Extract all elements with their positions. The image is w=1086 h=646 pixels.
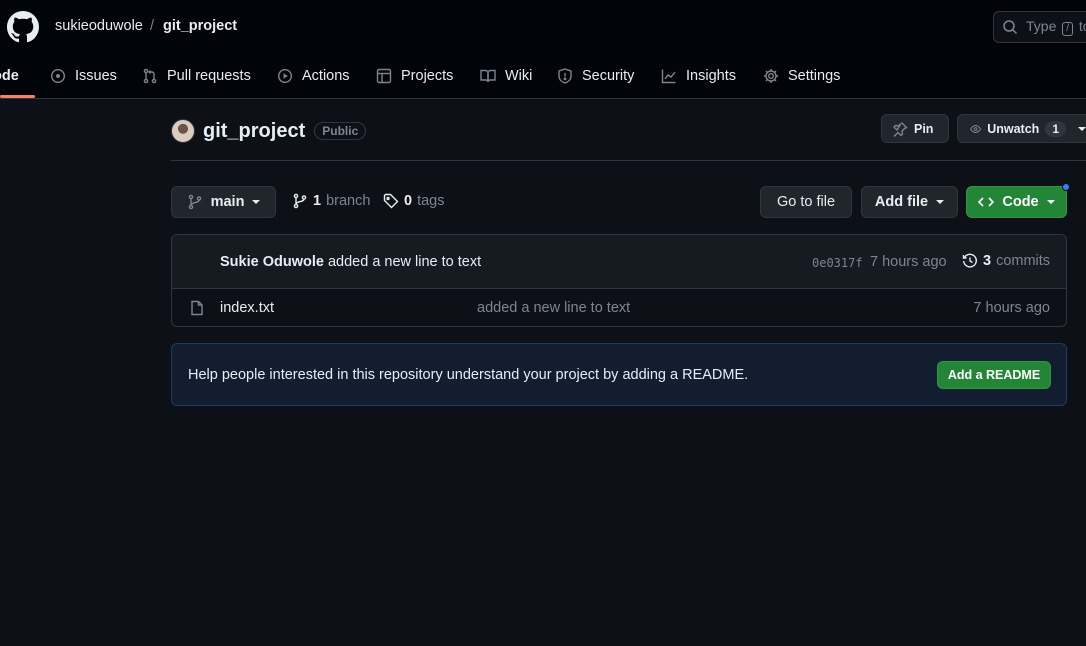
pin-icon	[893, 121, 908, 137]
commit-count: 3	[983, 253, 992, 269]
branches-link[interactable]: 1 branch	[292, 193, 370, 209]
issue-icon	[50, 68, 66, 83]
search-shortcut-key: /	[1062, 22, 1074, 36]
github-logo-icon[interactable]	[7, 11, 39, 43]
file-icon	[191, 300, 203, 316]
tab-label: Issues	[75, 67, 117, 84]
repo-nav: ode Issues Pull requests Actions Project…	[0, 58, 1086, 99]
tab-label: Projects	[401, 67, 454, 84]
tab-label: Wiki	[505, 67, 533, 84]
commits-link[interactable]: 3 commits	[962, 253, 1050, 269]
branch-count: 1	[313, 193, 322, 209]
play-icon	[277, 68, 293, 83]
add-file-label: Add file	[874, 194, 929, 210]
book-icon	[480, 69, 496, 82]
avatar[interactable]	[171, 119, 195, 143]
notification-dot	[1062, 183, 1070, 191]
repo-name[interactable]: git_project	[203, 120, 305, 143]
tag-icon	[383, 193, 399, 209]
unwatch-label: Unwatch	[987, 121, 1040, 136]
chevron-down-icon	[1078, 126, 1086, 131]
branch-label: branch	[326, 193, 371, 209]
commit-author[interactable]: Sukie Oduwole	[220, 254, 324, 270]
tab-insights[interactable]: Insights	[661, 58, 736, 93]
app-header: sukieoduwole / git_project Type / to ode…	[0, 0, 1086, 99]
gear-icon	[764, 68, 778, 83]
pin-label: Pin	[914, 121, 934, 136]
table-row[interactable]: index.txt added a new line to text 7 hou…	[172, 289, 1066, 326]
latest-commit-summary: Sukie Oduwole added a new line to text	[220, 254, 481, 270]
code-label: Code	[1002, 194, 1039, 210]
tab-label: Insights	[686, 67, 736, 84]
tab-projects[interactable]: Projects	[376, 58, 453, 93]
tab-settings[interactable]: Settings	[763, 58, 840, 93]
file-list: Sukie Oduwole added a new line to text 0…	[171, 234, 1067, 327]
file-name[interactable]: index.txt	[220, 300, 274, 316]
tab-actions[interactable]: Actions	[277, 58, 350, 93]
commit-count-label: commits	[996, 253, 1051, 269]
graph-icon	[661, 69, 676, 83]
repo-title-row: git_project Public	[171, 117, 367, 145]
chevron-down-icon	[936, 200, 945, 204]
tab-pull-requests[interactable]: Pull requests	[142, 58, 251, 93]
pin-button[interactable]: Pin	[881, 114, 949, 143]
table-icon	[376, 68, 392, 83]
chevron-down-icon	[252, 200, 261, 204]
add-readme-button[interactable]: Add a README	[937, 361, 1051, 389]
add-file-button[interactable]: Add file	[861, 186, 958, 218]
chevron-down-icon	[1046, 200, 1055, 204]
latest-commit-row: Sukie Oduwole added a new line to text 0…	[172, 235, 1066, 289]
active-tab-underline	[0, 95, 35, 98]
code-button[interactable]: Code	[966, 186, 1067, 218]
branch-select[interactable]: main	[171, 186, 276, 218]
watch-count: 1	[1045, 120, 1066, 137]
breadcrumb-separator: /	[150, 18, 155, 34]
tag-count: 0	[404, 193, 413, 209]
go-to-file-button[interactable]: Go to file	[760, 186, 852, 218]
breadcrumb-owner[interactable]: sukieoduwole	[55, 18, 143, 34]
header-divider	[171, 160, 1086, 161]
branch-name: main	[210, 194, 245, 210]
code-icon	[978, 197, 995, 207]
go-to-file-label: Go to file	[776, 194, 836, 210]
search-placeholder: Type / to	[1026, 18, 1086, 36]
eye-icon	[970, 124, 982, 133]
shield-icon	[558, 67, 572, 84]
unwatch-button[interactable]: Unwatch 1	[957, 114, 1086, 143]
file-commit-message[interactable]: added a new line to text	[477, 300, 630, 316]
search-icon	[1003, 20, 1018, 35]
breadcrumb-repo[interactable]: git_project	[163, 18, 237, 34]
tab-wiki[interactable]: Wiki	[480, 58, 532, 93]
search-input[interactable]: Type / to	[993, 11, 1086, 43]
readme-banner-text: Help people interested in this repositor…	[188, 367, 749, 383]
tab-label: Settings	[788, 67, 841, 84]
tags-link[interactable]: 0 tags	[383, 193, 445, 209]
tag-label: tags	[417, 193, 445, 209]
branch-icon	[293, 193, 307, 209]
visibility-badge: Public	[314, 122, 367, 140]
pull-request-icon	[143, 68, 157, 83]
tab-label: Actions	[302, 67, 350, 84]
tab-issues[interactable]: Issues	[50, 58, 117, 93]
tab-security[interactable]: Security	[557, 58, 634, 93]
tab-label: Pull requests	[167, 67, 251, 84]
commit-time: 7 hours ago	[870, 254, 947, 270]
commit-message[interactable]: added a new line to text	[328, 254, 481, 270]
file-time: 7 hours ago	[973, 300, 1050, 316]
readme-banner: Help people interested in this repositor…	[171, 343, 1067, 406]
commit-sha[interactable]: 0e0317f	[812, 256, 863, 270]
branch-icon	[188, 194, 201, 210]
tab-label: ode	[0, 67, 19, 84]
tab-code[interactable]: ode	[0, 58, 19, 93]
history-icon	[962, 253, 977, 268]
tab-label: Security	[582, 67, 635, 84]
